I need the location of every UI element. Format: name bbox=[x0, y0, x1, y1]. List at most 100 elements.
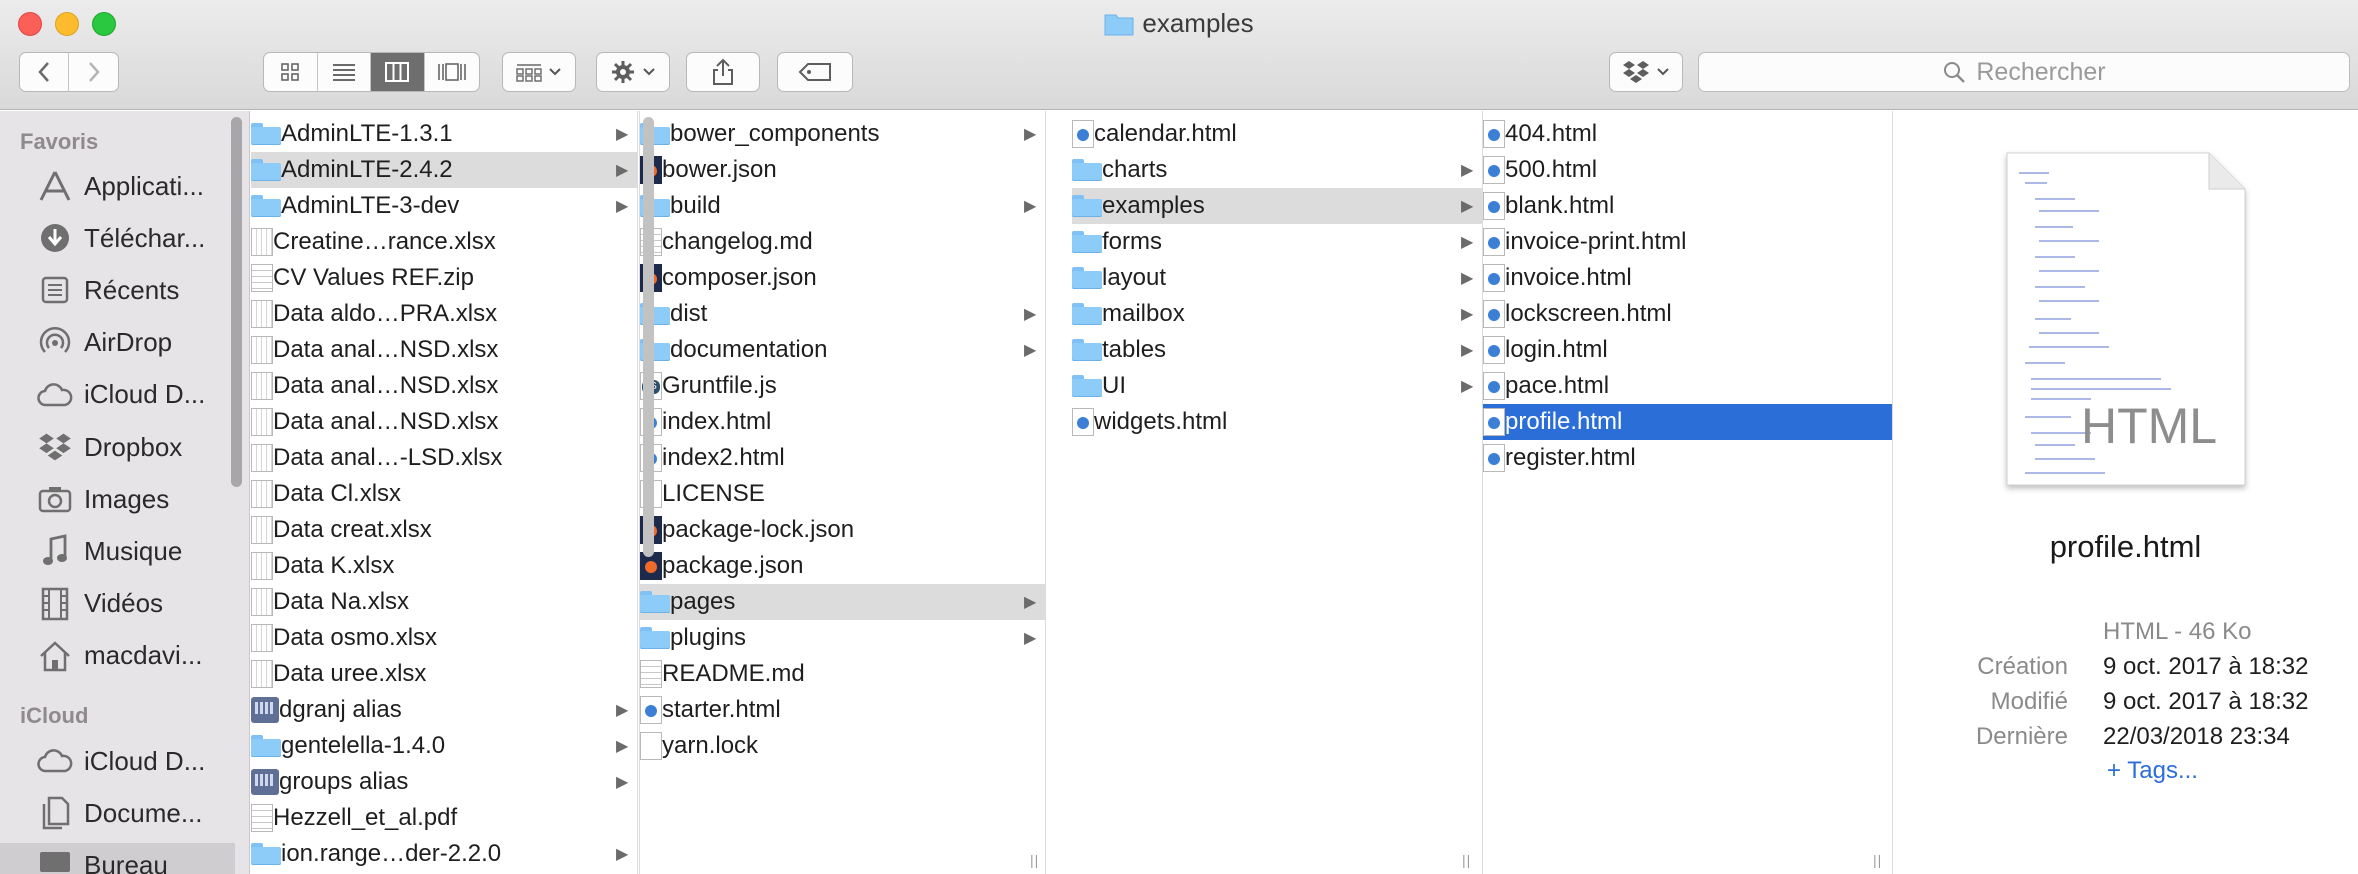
column-resize-handle[interactable]: || bbox=[1462, 852, 1471, 868]
folder-row[interactable]: bower_components ▶ bbox=[640, 116, 1045, 152]
column-resize-handle[interactable]: || bbox=[1873, 852, 1882, 868]
sidebar-item[interactable]: Téléchar... bbox=[0, 216, 235, 260]
file-row[interactable]: starter.html bbox=[640, 692, 1045, 728]
column-resize-handle[interactable]: || bbox=[1030, 852, 1039, 868]
pdf-file-icon bbox=[251, 804, 273, 832]
folder-row[interactable]: forms ▶ bbox=[1072, 224, 1482, 260]
view-columns-button[interactable] bbox=[371, 53, 425, 91]
file-row[interactable]: Data creat.xlsx bbox=[251, 512, 637, 548]
item-name: bower.json bbox=[662, 156, 777, 183]
sidebar-item-label: Dropbox bbox=[84, 431, 183, 462]
file-row[interactable]: package.json bbox=[640, 548, 1045, 584]
file-row[interactable]: profile.html bbox=[1483, 404, 1892, 440]
folder-row[interactable]: UI ▶ bbox=[1072, 368, 1482, 404]
file-row[interactable]: Data anal…-LSD.xlsx bbox=[251, 440, 637, 476]
folder-row[interactable]: AdminLTE-2.4.2 ▶ bbox=[251, 152, 637, 188]
file-row[interactable]: groups alias ▶ bbox=[251, 764, 637, 800]
folder-row[interactable]: gentelella-1.4.0 ▶ bbox=[251, 728, 637, 764]
add-tags-link[interactable]: + Tags... bbox=[2107, 757, 2198, 785]
folder-row[interactable]: tables ▶ bbox=[1072, 332, 1482, 368]
sidebar-item[interactable]: Récents bbox=[0, 268, 235, 312]
file-row[interactable]: yarn.lock bbox=[640, 728, 1045, 764]
sidebar-item[interactable]: Docume... bbox=[0, 791, 235, 835]
file-row[interactable]: 500.html bbox=[1483, 152, 1892, 188]
folder-row[interactable]: layout ▶ bbox=[1072, 260, 1482, 296]
folder-row[interactable]: ion.range…der-2.2.0 ▶ bbox=[251, 836, 637, 872]
item-name: Data anal…NSD.xlsx bbox=[273, 372, 499, 399]
folder-row[interactable]: dist ▶ bbox=[640, 296, 1045, 332]
file-row[interactable]: composer.json bbox=[640, 260, 1045, 296]
sidebar-item[interactable]: Images bbox=[0, 477, 235, 521]
sidebar-item[interactable]: Dropbox bbox=[0, 425, 235, 469]
sidebar-item[interactable]: iCloud D... bbox=[0, 373, 235, 417]
file-row[interactable]: index2.html bbox=[640, 440, 1045, 476]
action-menu-button[interactable] bbox=[596, 52, 670, 92]
column-scrollbar[interactable] bbox=[643, 117, 654, 557]
item-name: starter.html bbox=[662, 696, 781, 723]
file-row[interactable]: register.html bbox=[1483, 440, 1892, 476]
file-row[interactable]: Data Na.xlsx bbox=[251, 584, 637, 620]
folder-row[interactable]: AdminLTE-1.3.1 ▶ bbox=[251, 116, 637, 152]
sidebar-item[interactable]: iCloud D... bbox=[0, 739, 235, 783]
file-row[interactable]: login.html bbox=[1483, 332, 1892, 368]
file-row[interactable]: Data anal…NSD.xlsx bbox=[251, 404, 637, 440]
file-row[interactable]: invoice-print.html bbox=[1483, 224, 1892, 260]
dropbox-button[interactable] bbox=[1609, 52, 1683, 92]
file-row[interactable]: Data uree.xlsx bbox=[251, 656, 637, 692]
folder-row[interactable]: pages ▶ bbox=[640, 584, 1045, 620]
file-row[interactable]: bower.json bbox=[640, 152, 1045, 188]
file-row[interactable]: Data aldo…PRA.xlsx bbox=[251, 296, 637, 332]
group-by-button[interactable] bbox=[502, 52, 576, 92]
share-button[interactable] bbox=[686, 52, 760, 92]
forward-button[interactable] bbox=[69, 53, 118, 91]
file-preview-thumbnail[interactable]: HTML bbox=[1995, 141, 2257, 499]
file-row[interactable]: Gruntfile.js bbox=[640, 368, 1045, 404]
file-row[interactable]: LICENSE bbox=[640, 476, 1045, 512]
item-name: index2.html bbox=[662, 444, 785, 471]
file-row[interactable]: lockscreen.html bbox=[1483, 296, 1892, 332]
file-row[interactable]: package-lock.json bbox=[640, 512, 1045, 548]
file-row[interactable]: invoice.html bbox=[1483, 260, 1892, 296]
sidebar-item[interactable]: Musique bbox=[0, 529, 235, 573]
file-row[interactable]: Data K.xlsx bbox=[251, 548, 637, 584]
view-list-button[interactable] bbox=[318, 53, 371, 91]
sidebar-item[interactable]: Applicati... bbox=[0, 164, 235, 208]
sidebar-item[interactable]: macdavi... bbox=[0, 634, 235, 678]
sidebar-item[interactable]: Bureau bbox=[0, 843, 235, 874]
file-row[interactable]: dgranj alias ▶ bbox=[251, 692, 637, 728]
folder-row[interactable]: documentation ▶ bbox=[640, 332, 1045, 368]
sidebar-item[interactable]: AirDrop bbox=[0, 321, 235, 365]
file-row[interactable]: 404.html bbox=[1483, 116, 1892, 152]
view-icons-button[interactable] bbox=[264, 53, 318, 91]
folder-row[interactable]: AdminLTE-3-dev ▶ bbox=[251, 188, 637, 224]
file-row[interactable]: Data Cl.xlsx bbox=[251, 476, 637, 512]
file-row[interactable]: Hezzell_et_al.pdf bbox=[251, 800, 637, 836]
file-row[interactable]: Data osmo.xlsx bbox=[251, 620, 637, 656]
file-row[interactable]: widgets.html bbox=[1072, 404, 1482, 440]
search-field[interactable]: Rechercher bbox=[1698, 52, 2350, 92]
sidebar-item[interactable]: Vidéos bbox=[0, 582, 235, 626]
spreadsheet-file-icon bbox=[251, 228, 273, 256]
view-gallery-button[interactable] bbox=[425, 53, 479, 91]
file-row[interactable]: changelog.md bbox=[640, 224, 1045, 260]
file-row[interactable]: Data anal…NSD.xlsx bbox=[251, 368, 637, 404]
file-row[interactable]: blank.html bbox=[1483, 188, 1892, 224]
tags-button[interactable] bbox=[777, 52, 853, 92]
file-row[interactable]: Creatine…rance.xlsx bbox=[251, 224, 637, 260]
folder-row[interactable]: charts ▶ bbox=[1072, 152, 1482, 188]
file-row[interactable]: README.md bbox=[640, 656, 1045, 692]
folder-row[interactable]: examples ▶ bbox=[1072, 188, 1482, 224]
file-row[interactable]: CV Values REF.zip bbox=[251, 260, 637, 296]
file-row[interactable]: index.html bbox=[640, 404, 1045, 440]
file-row[interactable]: calendar.html bbox=[1072, 116, 1482, 152]
spreadsheet-file-icon bbox=[251, 660, 273, 688]
folder-row[interactable]: build ▶ bbox=[640, 188, 1045, 224]
back-button[interactable] bbox=[20, 53, 70, 91]
folder-row[interactable]: mailbox ▶ bbox=[1072, 296, 1482, 332]
item-name: ion.range…der-2.2.0 bbox=[281, 840, 502, 867]
file-row[interactable]: pace.html bbox=[1483, 368, 1892, 404]
file-row[interactable]: Data anal…NSD.xlsx bbox=[251, 332, 637, 368]
folder-row[interactable]: plugins ▶ bbox=[640, 620, 1045, 656]
item-name: Data Cl.xlsx bbox=[273, 480, 402, 507]
disclosure-arrow-icon: ▶ bbox=[1461, 162, 1474, 179]
